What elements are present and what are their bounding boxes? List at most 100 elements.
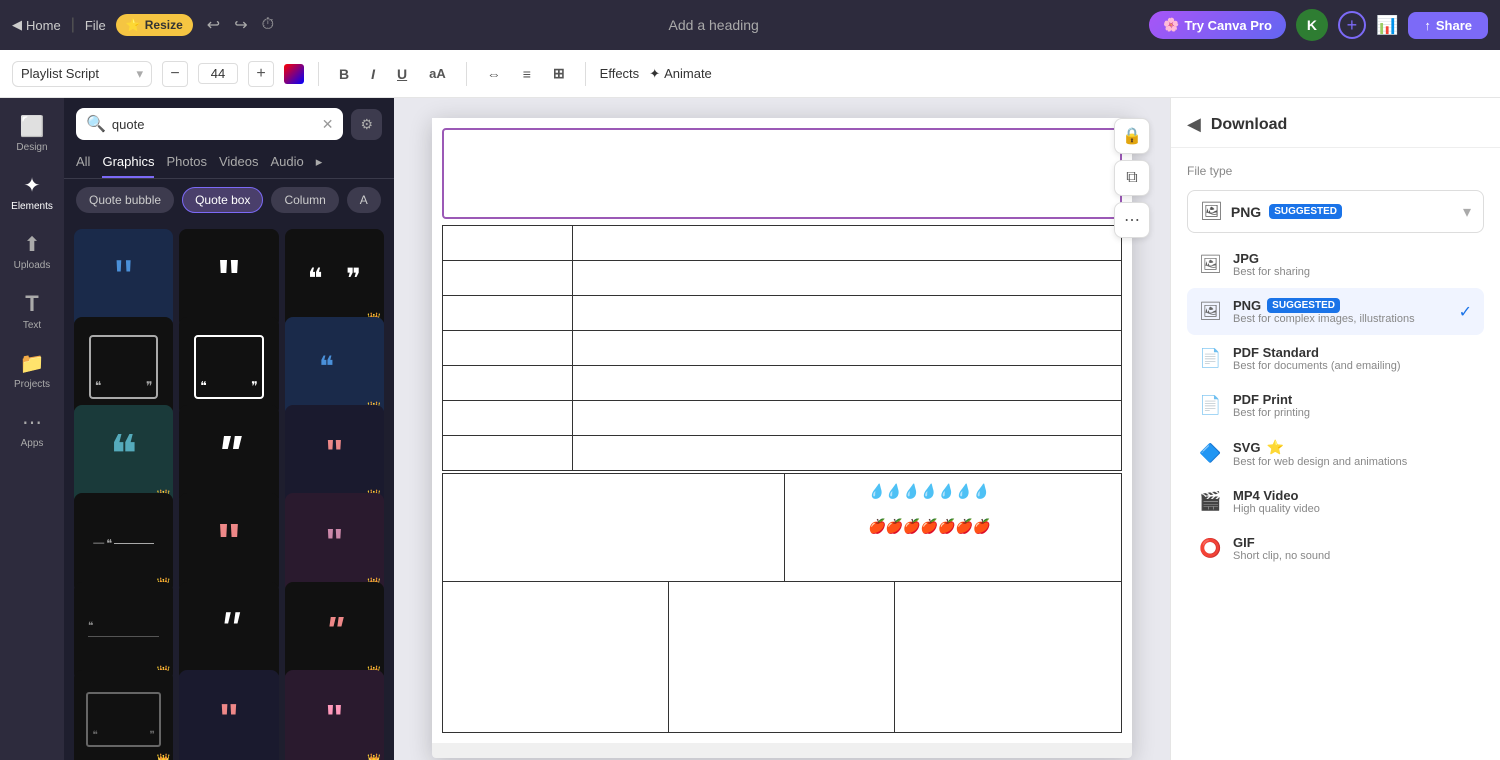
day-content[interactable]: [573, 226, 1122, 261]
home-button[interactable]: ◀ Home: [12, 17, 61, 33]
file-type-jpg[interactable]: 🖼 JPG Best for sharing: [1187, 241, 1484, 288]
day-content[interactable]: [573, 366, 1122, 401]
tag-quote-box[interactable]: Quote box: [182, 187, 263, 213]
list-item[interactable]: ": [74, 229, 173, 328]
tab-videos[interactable]: Videos: [219, 148, 259, 178]
lock-button[interactable]: 🔒: [1114, 118, 1150, 154]
try-canva-button[interactable]: 🌸 Try Canva Pro: [1149, 11, 1286, 39]
sidebar-item-text[interactable]: T Text: [4, 283, 60, 339]
copy-button[interactable]: ⧉: [1114, 160, 1150, 196]
redo-button[interactable]: ↪: [230, 11, 251, 39]
undo-button[interactable]: ↩: [203, 11, 224, 39]
search-area: 🔍 ✕ ⚙: [64, 98, 394, 148]
download-back-button[interactable]: ◀: [1187, 114, 1201, 135]
resize-button[interactable]: ⭐ Resize: [116, 14, 193, 36]
tab-more[interactable]: ▸: [316, 148, 323, 178]
more-button[interactable]: ⋯: [1114, 202, 1150, 238]
left-sidebar: ⬜ Design ✦ Elements ⬆ Uploads T Text 📁 P…: [0, 98, 64, 760]
tag-more[interactable]: A: [347, 187, 381, 213]
tag-column[interactable]: Column: [271, 187, 338, 213]
search-input[interactable]: [112, 117, 316, 132]
animate-button[interactable]: ✦ Animate: [649, 66, 712, 82]
filter-button[interactable]: ⚙: [351, 109, 382, 140]
list-item[interactable]: ": [179, 670, 278, 760]
file-type-pdf-standard[interactable]: 📄 PDF Standard Best for documents (and e…: [1187, 335, 1484, 382]
spacing-button[interactable]: ⇔: [481, 62, 507, 86]
italic-button[interactable]: I: [365, 62, 381, 86]
tab-graphics[interactable]: Graphics: [102, 148, 154, 178]
align-button[interactable]: ⊞: [547, 61, 571, 86]
tab-all[interactable]: All: [76, 148, 90, 178]
top-navigation: ◀ Home | File ⭐ Resize ↩ ↪ ⏱ Add a headi…: [0, 0, 1500, 50]
motivation-text: DREAM BIG,WORK HARD,MAKE ITHAPPEN.: [443, 474, 785, 581]
sidebar-item-elements[interactable]: ✦ Elements: [4, 165, 60, 220]
add-collaborator-button[interactable]: +: [1338, 11, 1366, 39]
list-item[interactable]: " 👑: [285, 582, 384, 681]
tab-audio[interactable]: Audio: [270, 148, 303, 178]
case-button[interactable]: aA: [423, 62, 452, 85]
list-item[interactable]: ": [179, 405, 278, 504]
clear-search-button[interactable]: ✕: [322, 116, 334, 133]
sidebar-item-apps[interactable]: ⋯ Apps: [4, 402, 60, 457]
search-box[interactable]: 🔍 ✕: [76, 108, 343, 140]
text-color-button[interactable]: [284, 64, 304, 84]
stats-button[interactable]: 📊: [1376, 15, 1398, 36]
design-icon: ⬜: [20, 114, 45, 139]
day-label: Wednesday: [443, 296, 573, 331]
home-icon: ◀: [12, 17, 22, 33]
file-type-gif[interactable]: ⭕ GIF Short clip, no sound: [1187, 525, 1484, 572]
bold-button[interactable]: B: [333, 62, 355, 86]
list-item[interactable]: ❝❞: [179, 317, 278, 416]
timer-button[interactable]: ⏱: [258, 11, 278, 39]
file-type-selector[interactable]: 🖼 PNG SUGGESTED ▾: [1187, 190, 1484, 233]
list-item[interactable]: ": [179, 229, 278, 328]
list-item[interactable]: ❝ ❞ 👑: [285, 229, 384, 328]
sidebar-item-projects[interactable]: 📁 Projects: [4, 343, 60, 398]
underline-button[interactable]: U: [391, 62, 413, 86]
day-content[interactable]: [573, 436, 1122, 471]
list-item[interactable]: " 👑: [285, 405, 384, 504]
file-type-pdf-print[interactable]: 📄 PDF Print Best for printing: [1187, 382, 1484, 429]
page-title[interactable]: My Week: [442, 128, 1122, 219]
share-button[interactable]: ↑ Share: [1408, 12, 1488, 39]
day-content[interactable]: [573, 401, 1122, 436]
font-family-selector[interactable]: Playlist Script ▾: [12, 61, 152, 87]
file-button[interactable]: File: [85, 18, 106, 33]
list-item[interactable]: — ❝ 👑: [74, 493, 173, 592]
jpg-desc: Best for sharing: [1233, 266, 1472, 278]
tab-photos[interactable]: Photos: [166, 148, 206, 178]
list-item[interactable]: ": [179, 582, 278, 681]
font-size-increase-button[interactable]: +: [248, 61, 274, 87]
star-icon: ⭐: [126, 18, 141, 32]
sidebar-item-label: Elements: [11, 201, 53, 212]
list-item[interactable]: " 👑: [285, 493, 384, 592]
list-item[interactable]: ❝❞: [74, 317, 173, 416]
gif-icon: ⭕: [1199, 538, 1223, 559]
sidebar-item-uploads[interactable]: ⬆ Uploads: [4, 224, 60, 279]
list-item[interactable]: ❝ 👑: [74, 405, 173, 504]
file-type-mp4[interactable]: 🎬 MP4 Video High quality video: [1187, 478, 1484, 525]
sidebar-item-design[interactable]: ⬜ Design: [4, 106, 60, 161]
font-size-decrease-button[interactable]: −: [162, 61, 188, 87]
list-item[interactable]: " 👑: [285, 670, 384, 760]
list-item[interactable]: ❝ 👑: [285, 317, 384, 416]
list-item[interactable]: ": [179, 493, 278, 592]
download-panel: ◀ Download File type 🖼 PNG SUGGESTED ▾ 🖼…: [1170, 98, 1500, 760]
tag-quote-bubble[interactable]: Quote bubble: [76, 187, 174, 213]
effects-button[interactable]: Effects: [600, 66, 640, 81]
user-avatar[interactable]: K: [1296, 9, 1328, 41]
list-item[interactable]: ❝ ❞ 👑: [74, 670, 173, 760]
download-header: ◀ Download: [1171, 98, 1500, 148]
file-type-png[interactable]: 🖼 PNG SUGGESTED Best for complex images,…: [1187, 288, 1484, 335]
gif-text: GIF Short clip, no sound: [1233, 535, 1472, 562]
day-content[interactable]: [573, 331, 1122, 366]
text-toolbar: Playlist Script ▾ − 44 + B I U aA ⇔ ≡ ⊞ …: [0, 50, 1500, 98]
add-heading-button[interactable]: Add a heading: [669, 17, 759, 33]
file-type-svg[interactable]: 🔷 SVG ⭐ Best for web design and animatio…: [1187, 429, 1484, 478]
list-button[interactable]: ≡: [517, 62, 537, 86]
day-content[interactable]: [573, 261, 1122, 296]
design-canvas[interactable]: My Week Monday Tuesday Wednesday: [432, 118, 1132, 758]
font-size-input[interactable]: 44: [198, 63, 238, 84]
day-content[interactable]: [573, 296, 1122, 331]
list-item[interactable]: ❝ 👑: [74, 582, 173, 681]
